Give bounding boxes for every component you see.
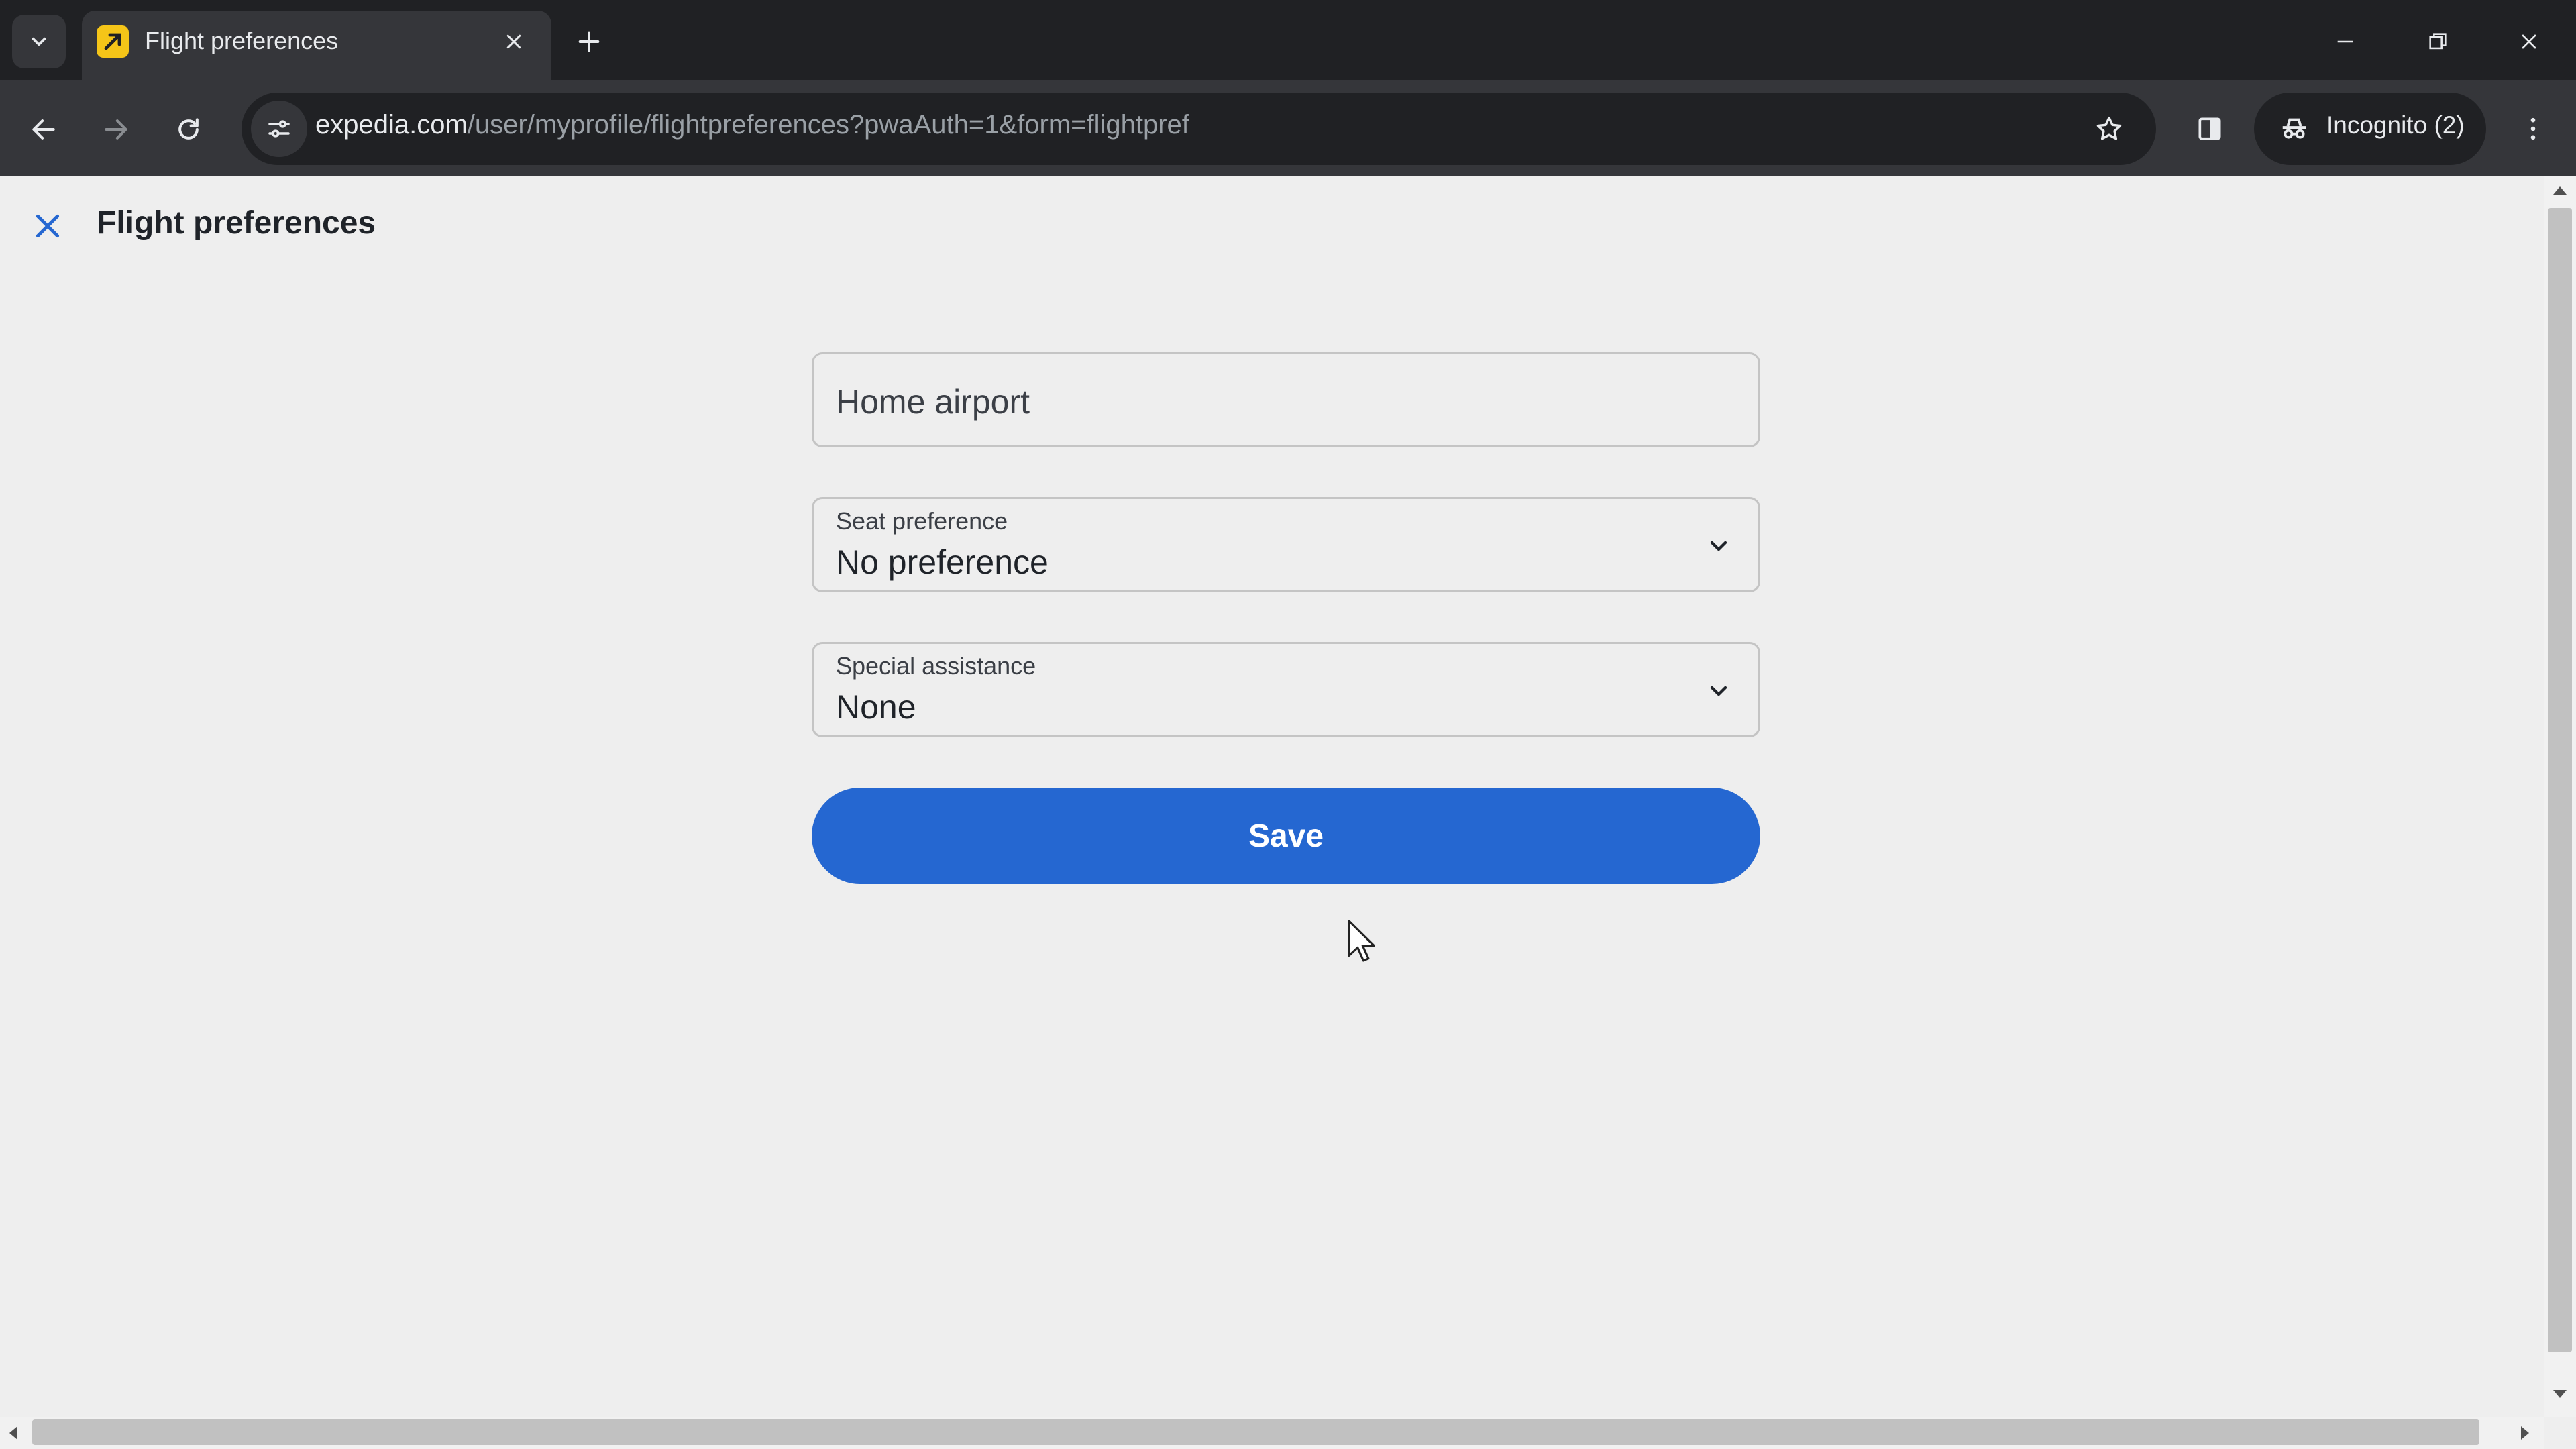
incognito-icon [2274,109,2314,149]
bookmark-star-icon[interactable] [2085,105,2133,153]
menu-icon[interactable] [2509,105,2557,153]
back-icon[interactable] [20,106,67,153]
forward-icon[interactable] [93,106,140,153]
chevron-down-icon[interactable] [1699,526,1739,566]
reload-icon[interactable] [165,106,212,153]
incognito-label: Incognito (2) [2326,111,2465,139]
scroll-down-arrow-icon[interactable] [2551,1387,2569,1401]
save-button[interactable]: Save [812,788,1760,884]
url-path: /user/myprofile/flightpreferences?pwaAut… [467,110,1189,140]
special-assistance-label: Special assistance [836,652,1036,680]
close-tab-icon[interactable] [496,24,531,59]
scroll-left-arrow-icon[interactable] [7,1424,20,1442]
restore-icon[interactable] [2414,17,2462,66]
close-window-icon[interactable] [2505,17,2553,66]
cursor-icon [1347,919,1378,963]
vertical-scroll-thumb[interactable] [2548,208,2572,1352]
scroll-up-arrow-icon[interactable] [2551,184,2569,197]
chevron-down-icon[interactable] [1699,671,1739,711]
new-tab-icon[interactable] [568,20,610,63]
close-icon[interactable] [24,203,71,250]
tab-list-icon[interactable] [12,15,66,68]
site-info-icon[interactable] [251,101,307,157]
seat-preference-value: No preference [836,543,1049,581]
scroll-right-arrow-icon[interactable] [2518,1424,2532,1442]
save-button-label: Save [1248,818,1324,854]
expedia-favicon [97,25,129,58]
horizontal-scroll-thumb[interactable] [32,1419,2479,1445]
home-airport-placeholder: Home airport [836,383,1030,421]
minimize-icon[interactable] [2321,17,2369,66]
special-assistance-value: None [836,688,916,726]
url-text[interactable]: expedia.com/user/myprofile/flightprefere… [315,110,1189,140]
side-panel-icon[interactable] [2186,105,2234,153]
tab-title: Flight preferences [145,27,339,54]
page-title: Flight preferences [97,205,376,241]
seat-preference-label: Seat preference [836,507,1008,535]
url-host: expedia.com [315,110,468,140]
